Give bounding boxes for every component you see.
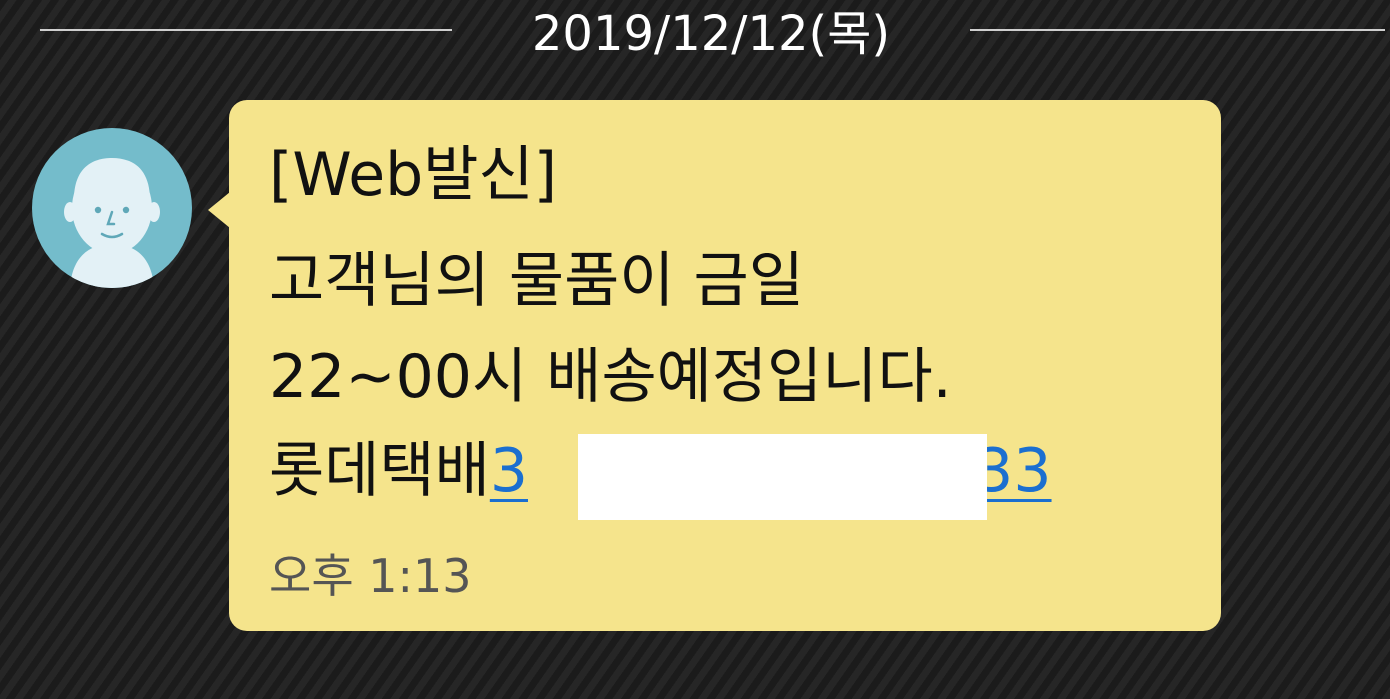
divider-line-left xyxy=(40,29,452,31)
date-label: 2019/12/12(목) xyxy=(531,6,891,62)
redaction-block xyxy=(578,434,987,520)
bubble-tail xyxy=(208,192,230,228)
message-timestamp: 오후 1:13 xyxy=(269,549,472,603)
courier-name: 롯데택배 xyxy=(269,436,490,506)
divider-line-right xyxy=(970,29,1385,31)
message-line-2: 고객님의 물품이 금일 xyxy=(269,246,804,316)
message-line-3: 22~00시 배송예정입니다. xyxy=(269,342,952,412)
message-bubble[interactable]: [Web발신] 고객님의 물품이 금일 22~00시 배송예정입니다. 롯데택배… xyxy=(229,100,1221,631)
message-line-header: [Web발신] xyxy=(269,140,558,210)
tracking-number-start: 3 xyxy=(489,436,528,506)
date-divider: 2019/12/12(목) xyxy=(0,0,1390,76)
sender-avatar[interactable] xyxy=(32,128,192,288)
